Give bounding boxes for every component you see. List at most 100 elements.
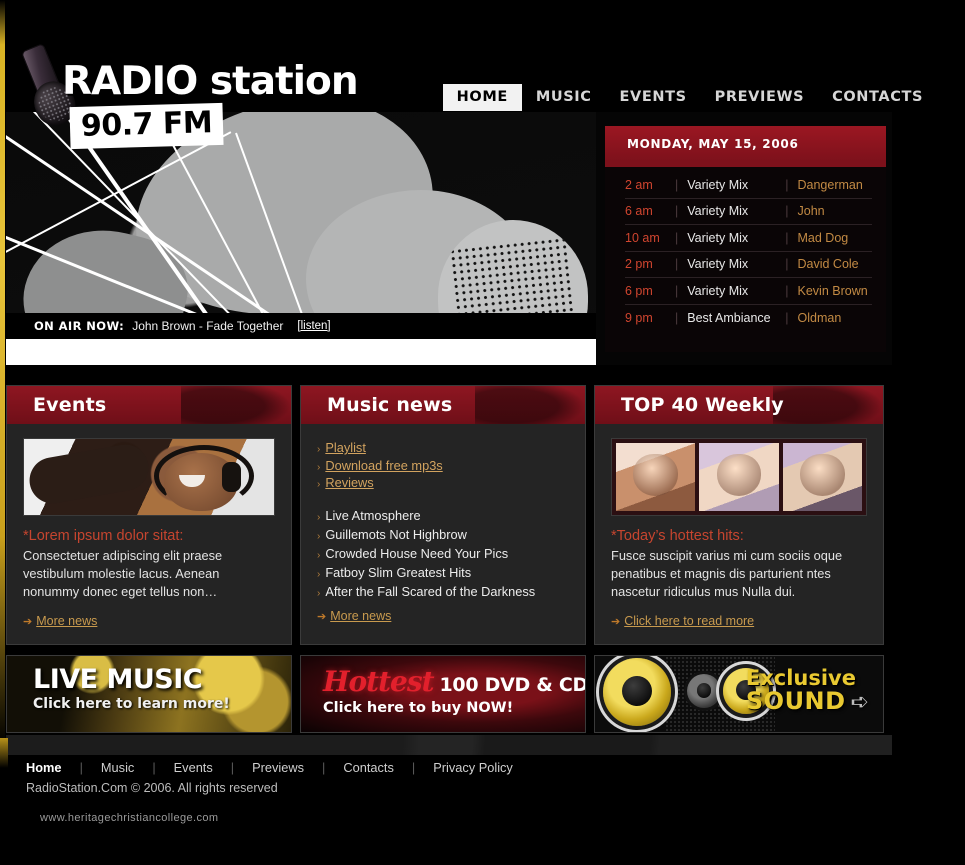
list-item[interactable]: › Crowded House Need Your Pics bbox=[317, 546, 569, 561]
left-gold-accent-strip bbox=[0, 0, 5, 745]
schedule-divider: | bbox=[785, 204, 789, 219]
schedule-divider: | bbox=[675, 204, 679, 219]
bullet-icon: › bbox=[317, 512, 321, 523]
list-item[interactable]: › Guillemots Not Highbrow bbox=[317, 527, 569, 542]
nav-item-previews[interactable]: PREVIEWS bbox=[701, 84, 818, 111]
schedule-row[interactable]: 10 am | Variety Mix | Mad Dog bbox=[625, 225, 872, 252]
artist-portrait bbox=[782, 443, 862, 511]
schedule-host: Oldman bbox=[797, 310, 842, 325]
list-item[interactable]: › After the Fall Scared of the Darkness bbox=[317, 584, 569, 599]
on-air-track: John Brown - Fade Together bbox=[132, 319, 284, 333]
schedule-host: Dangerman bbox=[797, 177, 863, 192]
site-logo[interactable]: RADIO station 90.7 FM bbox=[62, 59, 359, 150]
schedule-divider: | bbox=[675, 283, 679, 298]
bullet-icon: › bbox=[317, 550, 321, 561]
schedule-divider: | bbox=[785, 310, 789, 325]
on-air-now-bar: ON AIR NOW: John Brown - Fade Together [… bbox=[6, 313, 596, 339]
page-root: RADIO station 90.7 FM HOME MUSIC EVENTS … bbox=[0, 0, 965, 865]
footer-link-previews[interactable]: Previews bbox=[252, 760, 304, 775]
music-news-more-link[interactable]: More news bbox=[330, 609, 391, 623]
music-news-column-header: Music news bbox=[301, 386, 585, 424]
banner-live-music-title: LIVE MUSIC bbox=[33, 664, 203, 695]
schedule-divider: | bbox=[675, 257, 679, 272]
schedule-time: 10 am bbox=[625, 230, 660, 245]
schedule-host: Kevin Brown bbox=[797, 283, 868, 298]
footer-separator: | bbox=[79, 760, 83, 775]
schedule-row[interactable]: 6 am | Variety Mix | John bbox=[625, 199, 872, 225]
schedule-host: John bbox=[797, 204, 825, 219]
schedule-divider: | bbox=[675, 177, 679, 192]
music-news-more-row: ➔ More news bbox=[317, 607, 569, 625]
banner-exclusive-line1: Exclusive bbox=[745, 666, 856, 690]
schedule-row[interactable]: 6 pm | Variety Mix | Kevin Brown bbox=[625, 278, 872, 305]
schedule-date: MONDAY, MAY 15, 2006 bbox=[627, 137, 799, 151]
schedule-row[interactable]: 2 pm | Variety Mix | David Cole bbox=[625, 252, 872, 278]
banner-hottest-dvd-cd[interactable]: Hottest 100 DVD & CD Click here to buy NO… bbox=[300, 655, 586, 733]
list-item[interactable]: › Fatboy Slim Greatest Hits bbox=[317, 565, 569, 580]
news-item-label: Guillemots Not Highbrow bbox=[325, 527, 467, 542]
bullet-icon: › bbox=[317, 531, 321, 542]
news-item-label: Crowded House Need Your Pics bbox=[325, 546, 509, 561]
top40-photo-strip[interactable] bbox=[611, 438, 867, 516]
schedule-row[interactable]: 2 am | Variety Mix | Dangerman bbox=[625, 172, 872, 199]
schedule-host: David Cole bbox=[797, 257, 859, 272]
footer-link-contacts[interactable]: Contacts bbox=[343, 760, 394, 775]
list-item: › Playlist bbox=[317, 440, 569, 455]
events-more-link[interactable]: More news bbox=[36, 614, 97, 628]
footer-link-music[interactable]: Music bbox=[101, 760, 134, 775]
logo-station-word: station bbox=[209, 59, 359, 104]
music-news-items: › Live Atmosphere › Guillemots Not Highbro… bbox=[317, 508, 569, 599]
top40-body: Fusce suscipit varius mi cum sociis oque… bbox=[611, 548, 843, 599]
schedule-show: Variety Mix bbox=[687, 283, 749, 298]
footer-navigation: Home | Music | Events | Previews | Conta… bbox=[26, 760, 926, 775]
banner-exclusive-line2: SOUND bbox=[745, 687, 846, 716]
hero-grunge-edge bbox=[6, 339, 596, 365]
nav-item-music[interactable]: MUSIC bbox=[522, 84, 606, 111]
bullet-icon: › bbox=[317, 569, 321, 580]
schedule-row[interactable]: 9 pm | Best Ambiance | Oldman bbox=[625, 305, 872, 332]
footer-separator: | bbox=[322, 760, 326, 775]
bullet-icon: › bbox=[317, 479, 321, 490]
schedule-divider: | bbox=[785, 283, 789, 298]
news-item-label: Live Atmosphere bbox=[325, 508, 421, 523]
schedule-divider: | bbox=[675, 230, 679, 245]
banner-live-music[interactable]: LIVE MUSIC Click here to learn more! bbox=[6, 655, 292, 733]
schedule-panel: MONDAY, MAY 15, 2006 2 am | Variety Mix … bbox=[605, 126, 886, 352]
link-playlist[interactable]: Playlist bbox=[325, 440, 366, 455]
events-photo[interactable] bbox=[23, 438, 275, 516]
schedule-divider: | bbox=[785, 230, 789, 245]
nav-item-home[interactable]: HOME bbox=[442, 84, 522, 111]
footer-link-privacy-policy[interactable]: Privacy Policy bbox=[433, 760, 513, 775]
footer-link-events[interactable]: Events bbox=[174, 760, 213, 775]
list-item[interactable]: › Live Atmosphere bbox=[317, 508, 569, 523]
events-lead: *Lorem ipsum dolor sitat: bbox=[23, 528, 184, 544]
schedule-divider: | bbox=[785, 257, 789, 272]
bullet-icon: › bbox=[317, 588, 321, 599]
schedule-time: 2 pm bbox=[625, 257, 653, 272]
schedule-show: Variety Mix bbox=[687, 257, 749, 272]
listen-link[interactable]: [listen] bbox=[297, 320, 330, 332]
arrow-right-icon: ➔ bbox=[23, 616, 33, 629]
nav-item-events[interactable]: EVENTS bbox=[606, 84, 701, 111]
top40-lead: *Today’s hottest hits: bbox=[611, 528, 744, 544]
logo-frequency-badge: 90.7 FM bbox=[69, 102, 224, 150]
schedule-show: Variety Mix bbox=[687, 204, 749, 219]
bullet-icon: › bbox=[317, 461, 321, 473]
schedule-time: 6 pm bbox=[625, 283, 653, 298]
schedule-time: 2 am bbox=[625, 177, 653, 192]
link-reviews[interactable]: Reviews bbox=[325, 475, 373, 490]
footer-separator: | bbox=[411, 760, 416, 775]
top40-title: TOP 40 Weekly bbox=[621, 394, 784, 416]
schedule-show: Variety Mix bbox=[687, 230, 749, 245]
content-columns: Events *Lorem ipsum dolor sitat: Consect… bbox=[6, 385, 892, 645]
events-body: Consectetuer adipiscing elit praese vest… bbox=[23, 548, 223, 599]
top40-more-link[interactable]: Click here to read more bbox=[624, 614, 754, 628]
link-download-mp3s[interactable]: Download free mp3s bbox=[325, 458, 442, 473]
list-item: › Reviews bbox=[317, 475, 569, 490]
promo-banners: LIVE MUSIC Click here to learn more! Hot… bbox=[6, 655, 892, 733]
top40-more-row: ➔ Click here to read more bbox=[611, 600, 867, 630]
footer-link-home[interactable]: Home bbox=[26, 760, 62, 775]
nav-item-contacts[interactable]: CONTACTS bbox=[818, 84, 937, 111]
events-column-header: Events bbox=[7, 386, 291, 424]
banner-exclusive-sound[interactable]: Exclusive SOUND ➪ bbox=[594, 655, 884, 733]
